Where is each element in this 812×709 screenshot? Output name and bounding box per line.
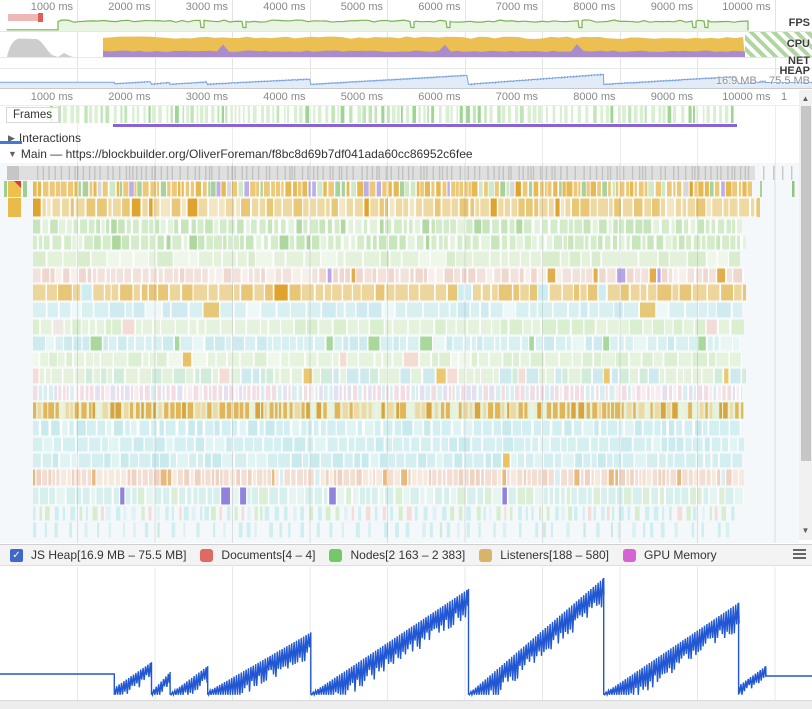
legend-item-gpu-memory[interactable]: GPU Memory [623,548,717,562]
color-swatch-icon[interactable] [329,549,342,562]
track-divider [0,31,812,32]
scrollbar-thumb[interactable] [801,106,811,461]
ruler-tick-label: 7000 ms [468,1,538,13]
checkbox-checked-icon[interactable]: ✓ [10,549,23,562]
bottom-scrollbar-track[interactable] [0,700,812,709]
color-swatch-icon[interactable] [200,549,213,562]
counters-legend: ✓ JS Heap[16.9 MB – 75.5 MB] Documents[4 –… [0,544,812,566]
ruler-tick-label: 5000 ms [313,91,383,103]
ruler-tick-label: 10000 ms [701,1,771,13]
ruler-tick-label: 9000 ms [623,1,693,13]
legend-item-listeners[interactable]: Listeners[188 – 580] [479,548,609,562]
ruler-tick-label: 8000 ms [546,91,616,103]
overflow-menu-icon[interactable] [793,549,806,559]
frames-activity-marker [113,124,737,127]
ruler-tick-label: 4000 ms [236,1,306,13]
devtools-performance-panel: 1000 ms 2000 ms 3000 ms 4000 ms 5000 ms 6000 … [0,0,812,709]
legend-item-nodes[interactable]: Nodes[2 163 – 2 383] [329,548,465,562]
detail-ruler[interactable]: 1000 ms 2000 ms 3000 ms 4000 ms 5000 ms 6000 … [0,89,812,106]
interactions-label: Interactions [19,131,81,145]
legend-item-label: JS Heap[16.9 MB – 75.5 MB] [31,548,186,562]
ruler-tick-label: 2000 ms [81,1,151,13]
ruler-tick-label: 3000 ms [158,1,228,13]
expanded-arrow-icon[interactable]: ▼ [8,149,17,159]
ruler-tick-label: 4000 ms [236,91,306,103]
cpu-track-chart[interactable] [0,31,812,57]
frames-track-label: Frames [6,107,59,123]
track-divider [0,57,812,58]
memory-counters-chart[interactable] [0,567,812,700]
ruler-tick-label-clipped: 1 [707,91,812,103]
legend-item-label: Nodes[2 163 – 2 383] [350,548,465,562]
ruler-tick-label: 9000 ms [623,91,693,103]
ruler-tick-label: 1000 ms [3,91,73,103]
ruler-tick-label: 2000 ms [81,91,151,103]
vertical-scrollbar[interactable]: ▲ ▼ [799,90,812,540]
fps-track-chart[interactable] [0,13,812,31]
scroll-up-icon[interactable]: ▲ [799,92,812,105]
heap-track-chart[interactable] [0,68,812,88]
color-swatch-icon[interactable] [479,549,492,562]
selection-indicator [0,141,22,144]
cpu-track-label: CPU [787,38,810,50]
scroll-down-icon[interactable]: ▼ [799,524,812,537]
legend-item-label: Documents[4 – 4] [221,548,315,562]
main-flame-chart[interactable] [0,163,799,543]
legend-item-label: Listeners[188 – 580] [500,548,609,562]
ruler-tick-label: 7000 ms [468,91,538,103]
ruler-tick-label: 5000 ms [313,1,383,13]
ruler-tick-label: 6000 ms [391,1,461,13]
color-swatch-icon[interactable] [623,549,636,562]
heap-range-label: 16.9 MB – 75.5 MB [716,75,810,87]
legend-item-js-heap[interactable]: ✓ JS Heap[16.9 MB – 75.5 MB] [10,548,186,562]
timeline-overview[interactable]: 1000 ms 2000 ms 3000 ms 4000 ms 5000 ms 6000 … [0,0,812,89]
fps-track-label: FPS [789,17,810,29]
ruler-tick-label: 3000 ms [158,91,228,103]
legend-item-documents[interactable]: Documents[4 – 4] [200,548,315,562]
frames-track[interactable] [0,105,799,124]
main-thread-section-header[interactable]: ▼ Main — https://blockbuilder.org/OliverF… [8,147,473,161]
main-thread-label: Main — https://blockbuilder.org/OliverFo… [21,147,473,161]
track-divider [0,68,812,69]
ruler-tick-label: 8000 ms [546,1,616,13]
legend-item-label: GPU Memory [644,548,717,562]
ruler-tick-label: 1000 ms [3,1,73,13]
ruler-tick-label: 6000 ms [391,91,461,103]
